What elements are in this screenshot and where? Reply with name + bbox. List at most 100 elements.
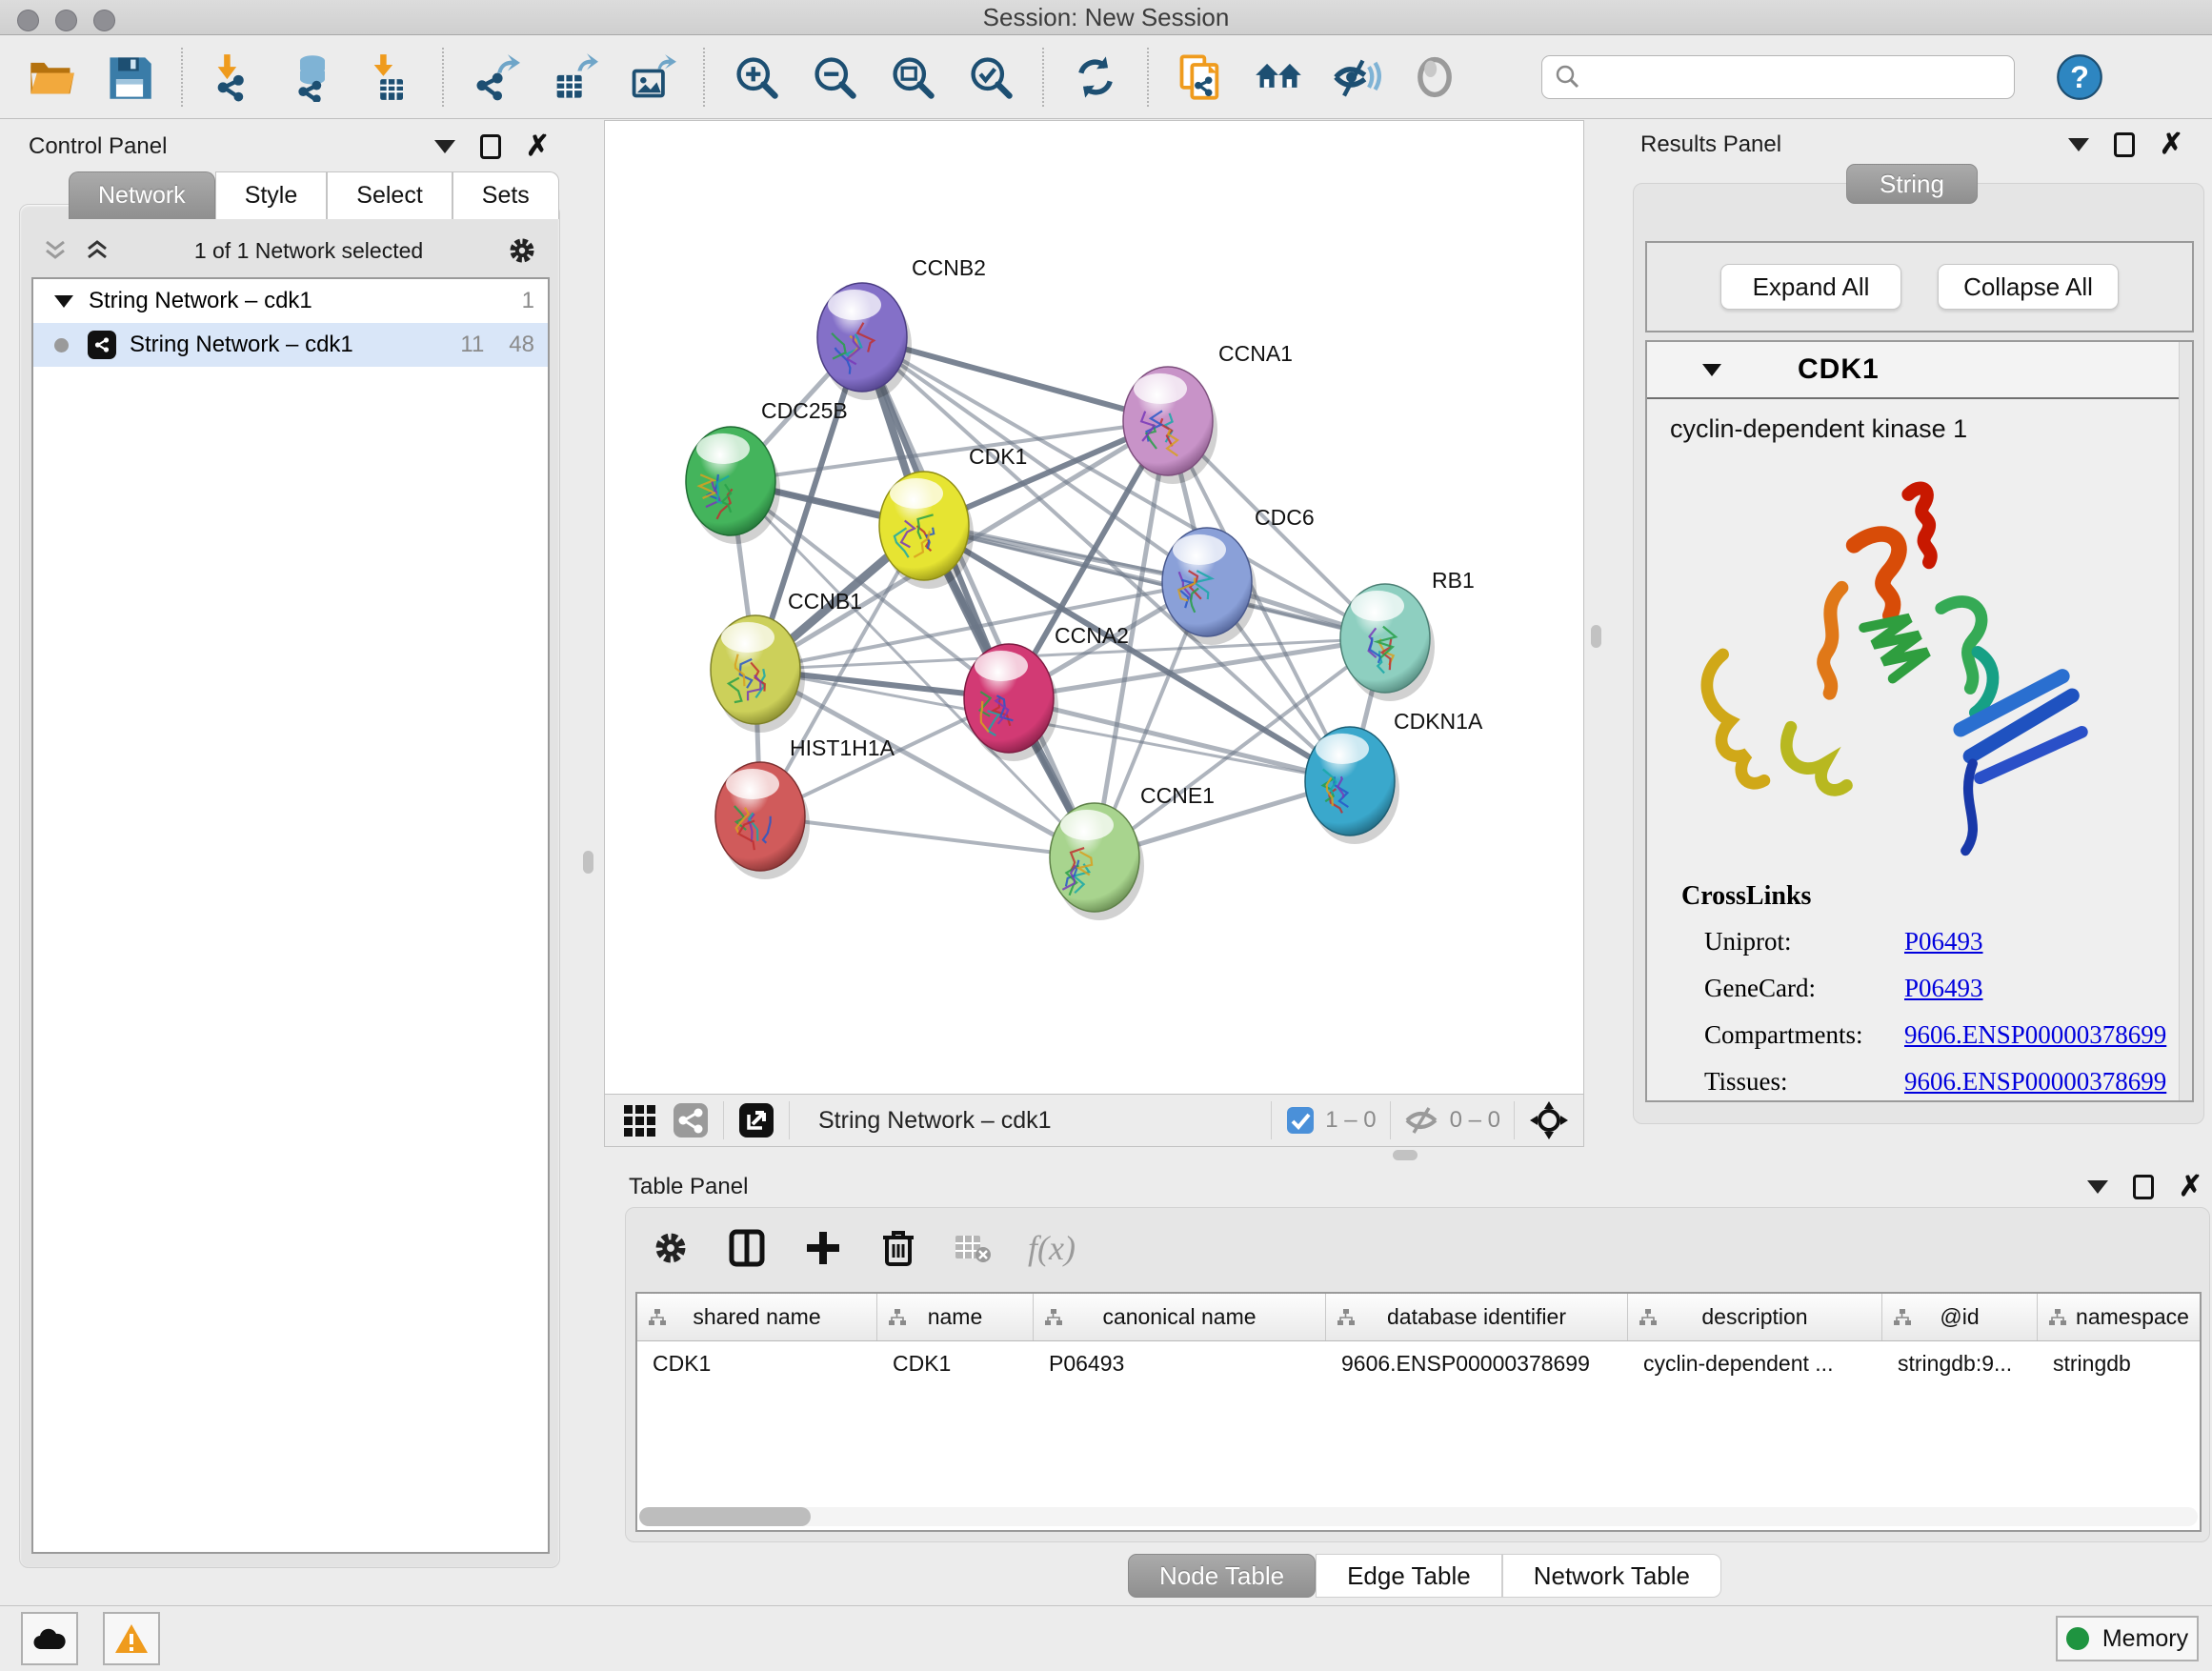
- hide-selected-icon[interactable]: [1330, 50, 1383, 104]
- network-collection-row[interactable]: String Network – cdk1 1: [33, 279, 548, 323]
- network-row[interactable]: String Network – cdk1 11 48: [33, 323, 548, 367]
- node-CDC6[interactable]: CDC6: [1162, 505, 1315, 645]
- table-cell[interactable]: cyclin-dependent ...: [1628, 1341, 1882, 1385]
- zoom-out-icon[interactable]: [808, 50, 861, 104]
- open-folder-icon[interactable]: [25, 50, 78, 104]
- crosslink-link[interactable]: P06493: [1904, 927, 1983, 956]
- zoom-selected-icon[interactable]: [964, 50, 1017, 104]
- float-panel-icon[interactable]: [2114, 132, 2135, 157]
- node-HIST1H1A[interactable]: HIST1H1A: [715, 735, 895, 879]
- table-gear-icon[interactable]: [651, 1228, 691, 1268]
- column-header-database-identifier[interactable]: database identifier: [1326, 1294, 1628, 1340]
- float-panel-icon[interactable]: [2133, 1175, 2154, 1199]
- node-CCNB2[interactable]: CCNB2: [817, 255, 986, 400]
- crosslink-link[interactable]: 9606.ENSP00000378699: [1904, 1067, 2166, 1097]
- tab-edge-table[interactable]: Edge Table: [1316, 1554, 1502, 1598]
- first-neighbors-icon[interactable]: [1252, 50, 1305, 104]
- horizontal-scrollbar[interactable]: [639, 1507, 2198, 1526]
- gene-section-header[interactable]: CDK1: [1647, 342, 2192, 399]
- tab-string[interactable]: String: [1846, 164, 1978, 204]
- node-CDKN1A[interactable]: CDKN1A: [1305, 709, 1483, 844]
- network-share-icon[interactable]: [672, 1101, 710, 1139]
- save-icon[interactable]: [103, 50, 156, 104]
- node-CCNA1[interactable]: CCNA1: [1123, 341, 1293, 484]
- minimize-window-button[interactable]: [55, 10, 77, 31]
- table-cell[interactable]: P06493: [1034, 1341, 1326, 1385]
- node-CCNE1[interactable]: CCNE1: [1050, 783, 1215, 920]
- close-window-button[interactable]: [17, 10, 39, 31]
- tab-node-table[interactable]: Node Table: [1128, 1554, 1316, 1598]
- column-type-icon: [647, 1307, 668, 1328]
- column-header-shared-name[interactable]: shared name: [637, 1294, 877, 1340]
- expand-all-button[interactable]: Expand All: [1720, 264, 1901, 310]
- table-row[interactable]: CDK1CDK1P064939606.ENSP00000378699cyclin…: [637, 1341, 2200, 1385]
- import-database-icon[interactable]: [286, 50, 339, 104]
- search-box[interactable]: [1541, 55, 2015, 99]
- left-splitter-handle[interactable]: [583, 851, 593, 874]
- column-header-name[interactable]: name: [877, 1294, 1034, 1340]
- delete-column-icon[interactable]: [879, 1228, 917, 1268]
- hidden-eye-icon[interactable]: [1404, 1105, 1440, 1136]
- warnings-button[interactable]: [103, 1612, 160, 1665]
- node-RB1[interactable]: RB1: [1340, 568, 1475, 701]
- cloud-button[interactable]: [21, 1612, 78, 1665]
- column-header-namespace[interactable]: namespace: [2038, 1294, 2202, 1340]
- zoom-in-icon[interactable]: [730, 50, 783, 104]
- export-network-icon[interactable]: [469, 50, 522, 104]
- close-panel-icon[interactable]: ✗: [2179, 1175, 2202, 1199]
- close-panel-icon[interactable]: ✗: [2160, 132, 2183, 157]
- panel-menu-icon[interactable]: [2068, 138, 2089, 151]
- close-panel-icon[interactable]: ✗: [526, 134, 550, 159]
- float-panel-icon[interactable]: [480, 134, 501, 159]
- tab-style[interactable]: Style: [215, 171, 328, 219]
- help-icon[interactable]: ?: [2053, 50, 2106, 104]
- horizontal-splitter-handle[interactable]: [1393, 1150, 1418, 1160]
- table-cell[interactable]: stringdb:9...: [1882, 1341, 2038, 1385]
- tab-sets[interactable]: Sets: [452, 171, 559, 219]
- crosslink-link[interactable]: P06493: [1904, 974, 1983, 1003]
- panel-menu-icon[interactable]: [2087, 1180, 2108, 1194]
- node-CDC25B[interactable]: CDC25B: [686, 398, 848, 544]
- results-scrollbar[interactable]: [2179, 342, 2192, 1100]
- right-splitter-handle[interactable]: [1591, 625, 1601, 648]
- import-table-icon[interactable]: [364, 50, 417, 104]
- maximize-window-button[interactable]: [93, 10, 115, 31]
- export-image-icon[interactable]: [625, 50, 678, 104]
- table-cell[interactable]: CDK1: [877, 1341, 1034, 1385]
- tab-select[interactable]: Select: [327, 171, 452, 219]
- select-columns-icon[interactable]: [727, 1228, 767, 1268]
- expand-all-icon[interactable]: [83, 236, 111, 265]
- column-header-description[interactable]: description: [1628, 1294, 1882, 1340]
- network-canvas[interactable]: CCNB2CCNA1CDC25BCDK1CDC6RB1CCNB1CCNA2CDK…: [605, 121, 1583, 1094]
- collapse-collection-icon[interactable]: [54, 295, 73, 308]
- gear-icon[interactable]: [506, 234, 538, 267]
- export-table-icon[interactable]: [547, 50, 600, 104]
- panel-menu-icon[interactable]: [434, 140, 455, 153]
- collapse-all-icon[interactable]: [41, 236, 70, 265]
- tab-network[interactable]: Network: [69, 171, 215, 219]
- tab-network-table[interactable]: Network Table: [1502, 1554, 1721, 1598]
- column-header--id[interactable]: @id: [1882, 1294, 2038, 1340]
- open-in-new-icon[interactable]: [737, 1101, 775, 1139]
- collapse-section-icon[interactable]: [1702, 364, 1721, 376]
- refresh-icon[interactable]: [1069, 50, 1122, 104]
- collapse-all-button[interactable]: Collapse All: [1938, 264, 2119, 310]
- selected-checkbox-icon[interactable]: [1285, 1105, 1316, 1136]
- table-cell[interactable]: stringdb: [2038, 1341, 2202, 1385]
- table-cell[interactable]: 9606.ENSP00000378699: [1326, 1341, 1628, 1385]
- crosslink-link[interactable]: 9606.ENSP00000378699: [1904, 1020, 2166, 1050]
- search-input[interactable]: [1582, 64, 1982, 91]
- network-icon: [88, 331, 116, 359]
- column-header-canonical-name[interactable]: canonical name: [1034, 1294, 1326, 1340]
- table-cell[interactable]: CDK1: [637, 1341, 877, 1385]
- grid-view-icon[interactable]: [620, 1101, 658, 1139]
- birdseye-crosshair-icon[interactable]: [1528, 1099, 1570, 1141]
- column-type-icon: [1638, 1307, 1659, 1328]
- new-network-from-selection-icon[interactable]: [1174, 50, 1227, 104]
- show-all-icon[interactable]: [1408, 50, 1461, 104]
- memory-button[interactable]: Memory: [2056, 1616, 2199, 1661]
- node-CCNB1[interactable]: CCNB1: [711, 589, 862, 733]
- import-network-icon[interactable]: [208, 50, 261, 104]
- add-column-icon[interactable]: [803, 1228, 843, 1268]
- zoom-fit-icon[interactable]: [886, 50, 939, 104]
